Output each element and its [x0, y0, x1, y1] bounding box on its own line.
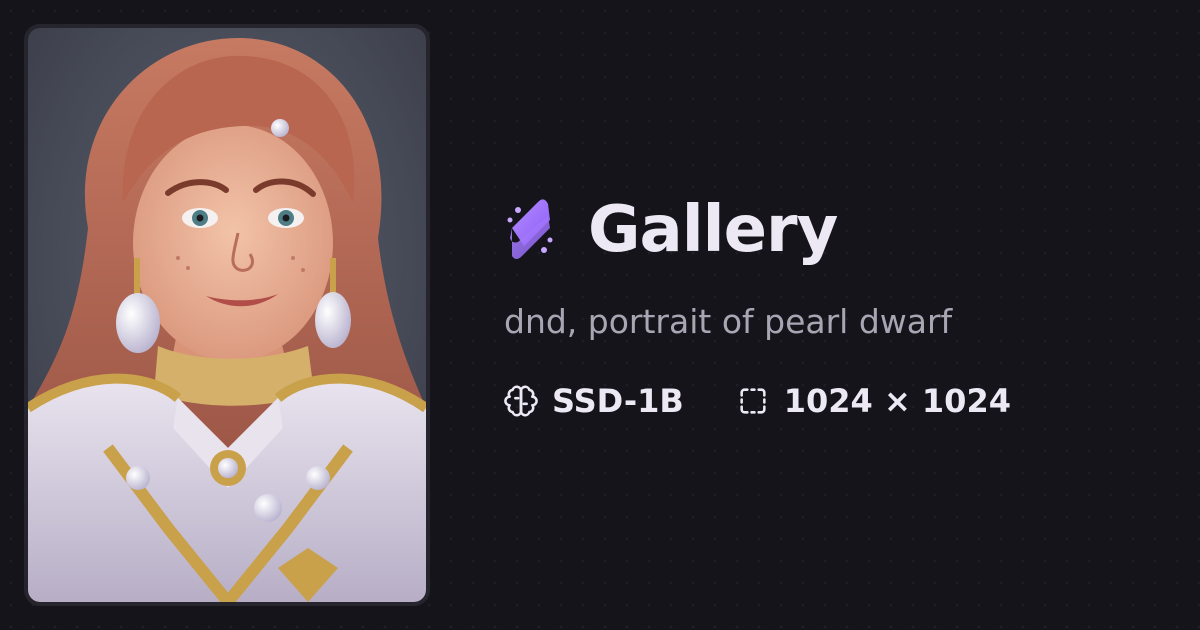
model-label: SSD-1B — [552, 381, 684, 420]
size-badge: 1024 × 1024 — [736, 382, 1011, 420]
model-badge: SSD-1B — [504, 382, 684, 420]
portrait-image — [28, 28, 426, 602]
size-label: 1024 × 1024 — [783, 381, 1011, 420]
info-panel: Gallery dnd, portrait of pearl dwarf SSD… — [504, 186, 1184, 420]
brain-icon — [504, 385, 538, 417]
title-row: Gallery — [504, 186, 1184, 274]
image-card[interactable] — [24, 24, 430, 606]
stability-gear-logo-icon — [507, 199, 553, 259]
prompt-text: dnd, portrait of pearl dwarf — [504, 302, 953, 341]
page-title: Gallery — [588, 193, 838, 267]
meta-row: SSD-1B 1024 × 1024 — [504, 382, 1184, 420]
dashed-square-icon — [740, 387, 766, 414]
